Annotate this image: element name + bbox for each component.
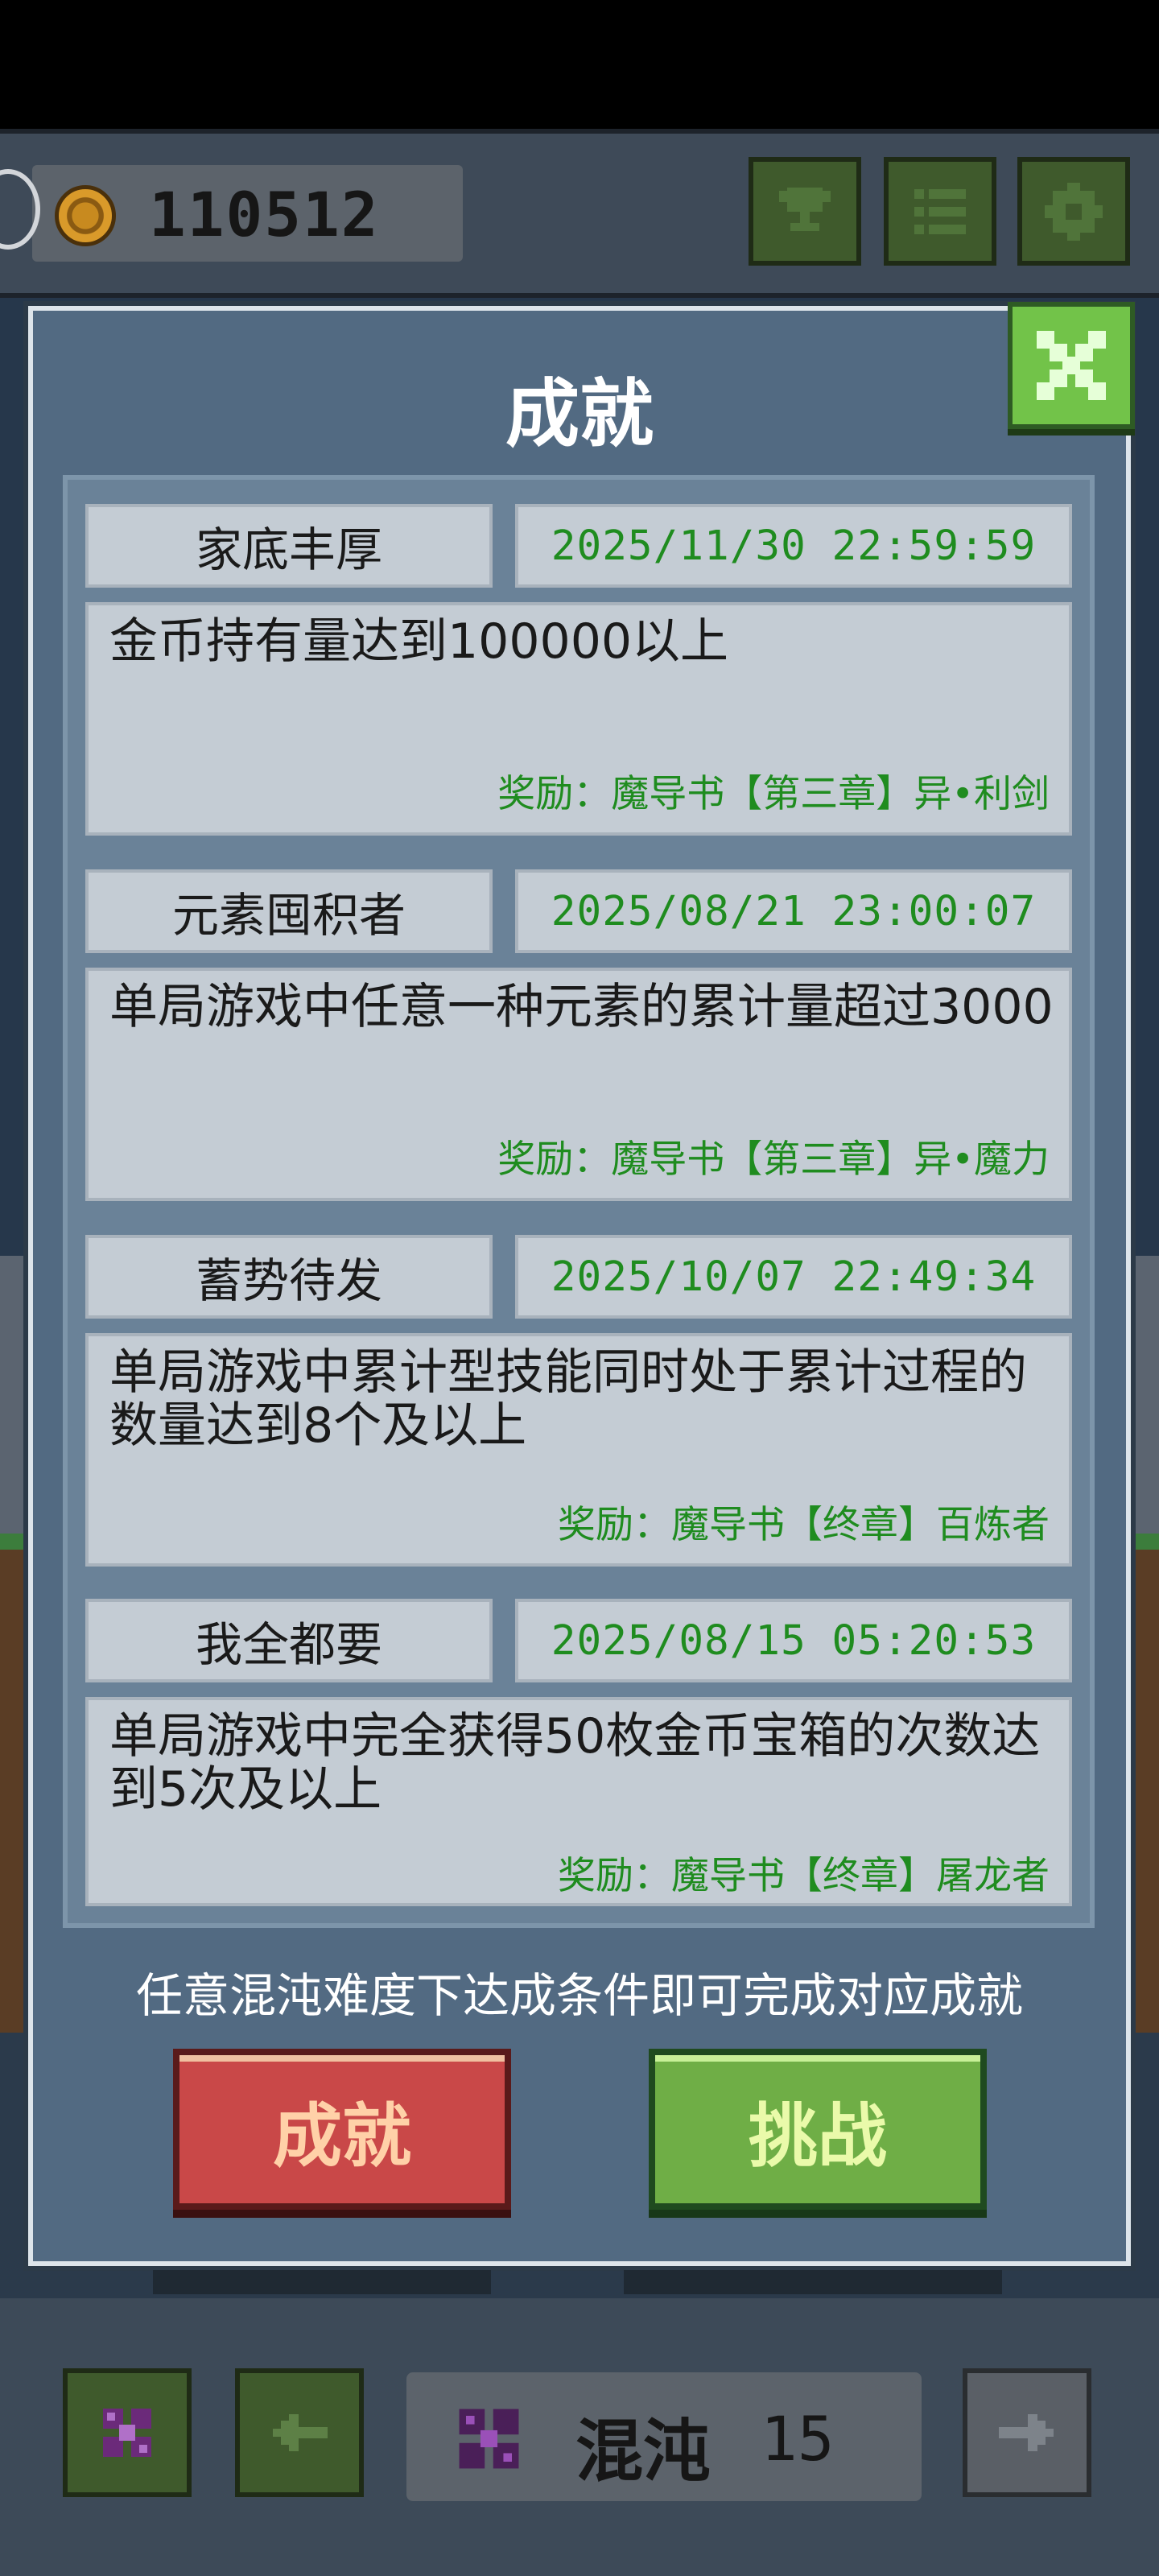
coin-count: 110512 <box>149 179 380 250</box>
achievement-description: 单局游戏中任意一种元素的累计量超过3000 <box>109 979 1054 1035</box>
gear-icon <box>1045 182 1103 241</box>
achievement-name: 元素囤积者 <box>85 869 493 953</box>
chaos-gem-icon <box>459 2409 519 2469</box>
achievement-card: 单局游戏中完全获得50枚金币宝箱的次数达到5次及以上 奖励：魔导书【终章】屠龙者 <box>85 1697 1072 1906</box>
difficulty-level: 15 <box>761 2403 835 2475</box>
arrow-right-icon <box>999 2414 1054 2451</box>
trophy-button[interactable] <box>749 157 861 266</box>
list-icon <box>914 188 966 234</box>
achievement-name: 家底丰厚 <box>85 504 493 588</box>
chaos-gem-button[interactable] <box>63 2368 192 2497</box>
achievement-reward: 奖励：魔导书【终章】百炼者 <box>558 1503 1050 1547</box>
challenge-tab-button[interactable]: 挑战 <box>649 2049 987 2210</box>
hint-text: 任意混沌难度下达成条件即可完成对应成就 <box>135 1968 1023 2023</box>
close-button[interactable] <box>1008 302 1135 429</box>
achievement-description: 金币持有量达到100000以上 <box>109 613 729 670</box>
chaos-gem-icon <box>103 2409 151 2457</box>
achievement-date: 2025/11/30 22:59:59 <box>515 504 1072 588</box>
coin-icon <box>55 185 116 246</box>
shelf-left <box>153 2270 491 2294</box>
achievement-card: 单局游戏中累计型技能同时处于累计过程的数量达到8个及以上 奖励：魔导书【终章】百… <box>85 1333 1072 1567</box>
achievement-date: 2025/08/15 05:20:53 <box>515 1599 1072 1682</box>
shelf-right <box>624 2270 1002 2294</box>
settings-button[interactable] <box>1017 157 1130 266</box>
next-difficulty-button[interactable] <box>963 2368 1091 2497</box>
achievement-reward: 奖励：魔导书【终章】屠龙者 <box>558 1854 1050 1898</box>
arrow-left-icon <box>273 2414 328 2451</box>
achievement-description: 单局游戏中完全获得50枚金币宝箱的次数达到5次及以上 <box>109 1708 1041 1818</box>
previous-difficulty-button[interactable] <box>235 2368 364 2497</box>
achievement-reward: 奖励：魔导书【第三章】异•利剑 <box>497 772 1050 816</box>
trophy-icon <box>779 187 831 231</box>
dialog-title: 成就 <box>505 371 654 457</box>
achievements-tab-button[interactable]: 成就 <box>173 2049 511 2210</box>
achievement-name: 蓄势待发 <box>85 1235 493 1319</box>
achievement-card: 金币持有量达到100000以上 奖励：魔导书【第三章】异•利剑 <box>85 602 1072 836</box>
list-button[interactable] <box>884 157 996 266</box>
close-icon <box>1037 331 1106 400</box>
achievement-reward: 奖励：魔导书【第三章】异•魔力 <box>497 1137 1050 1182</box>
achievement-description: 单局游戏中累计型技能同时处于累计过程的数量达到8个及以上 <box>109 1344 1027 1454</box>
achievement-date: 2025/08/21 23:00:07 <box>515 869 1072 953</box>
achievement-name: 我全都要 <box>85 1599 493 1682</box>
achievement-date: 2025/10/07 22:49:34 <box>515 1235 1072 1319</box>
achievement-card: 单局游戏中任意一种元素的累计量超过3000 奖励：魔导书【第三章】异•魔力 <box>85 968 1072 1201</box>
difficulty-name: 混沌 <box>575 2412 711 2491</box>
